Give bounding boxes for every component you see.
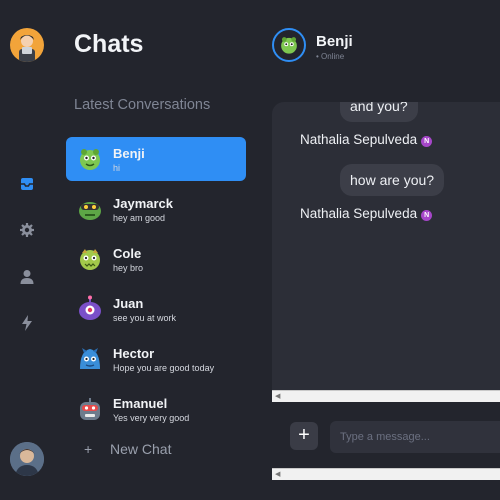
message-sender: Nathalia Sepulveda N	[300, 132, 433, 147]
conversation-item-cole[interactable]: Cole hey bro	[66, 237, 246, 281]
monster-avatar-icon	[281, 37, 297, 54]
conversation-item-jaymarck[interactable]: Jaymarck hey am good	[66, 187, 246, 231]
message-composer: +	[272, 404, 500, 468]
message-input[interactable]	[330, 421, 500, 453]
scroll-left-icon[interactable]: ◀	[275, 470, 280, 478]
contact-name: Benji	[316, 33, 353, 50]
icon-rail	[0, 0, 56, 500]
profile-photo-icon	[10, 442, 44, 476]
profile-avatar[interactable]	[10, 442, 44, 476]
user-icon[interactable]	[18, 268, 36, 286]
message-sender: Nathalia Sepulveda N	[300, 206, 433, 221]
conversation-name: Cole	[113, 246, 142, 261]
horizontal-scrollbar[interactable]: ◀	[272, 390, 500, 402]
horizontal-scrollbar[interactable]: ◀	[272, 468, 500, 480]
conversation-preview: Hope you are good today	[113, 363, 215, 373]
monster-avatar-icon	[76, 145, 104, 173]
monster-avatar-icon	[76, 195, 104, 223]
message-bubble: how are you?	[340, 164, 445, 196]
monster-avatar-icon	[76, 345, 104, 373]
page-title: Chats	[74, 30, 144, 58]
message-bubble: and you?	[340, 102, 418, 122]
sender-badge: N	[421, 136, 433, 147]
conversation-name: Benji	[113, 146, 145, 161]
monster-avatar-icon	[76, 245, 104, 273]
conversation-preview: see you at work	[113, 313, 177, 323]
conversation-preview: Yes very very good	[113, 413, 190, 423]
chats-panel: Chats Latest Conversations Benji hi Jaym…	[56, 0, 270, 500]
contact-status: • Online	[316, 52, 345, 61]
lightning-icon[interactable]	[18, 314, 36, 332]
conversation-item-emanuel[interactable]: Emanuel Yes very very good	[66, 387, 246, 431]
conversation-preview: hey bro	[113, 263, 144, 273]
contact-avatar[interactable]	[272, 28, 306, 62]
conversation-preview: hi	[113, 163, 121, 173]
scroll-left-icon[interactable]: ◀	[275, 392, 280, 400]
chat-header: Benji • Online	[270, 0, 500, 96]
sender-badge: N	[421, 210, 433, 221]
sender-name: Nathalia Sepulveda	[300, 132, 418, 147]
inbox-icon[interactable]	[18, 175, 36, 193]
gear-icon[interactable]	[18, 221, 36, 239]
conversation-item-juan[interactable]: Juan see you at work	[66, 287, 246, 331]
message-list[interactable]: and you? Nathalia Sepulveda N how are you…	[272, 102, 500, 390]
avatar-illustration-icon	[19, 35, 35, 62]
add-attachment-button[interactable]: +	[290, 422, 318, 450]
new-chat-button[interactable]: + New Chat	[84, 441, 171, 457]
conversation-item-hector[interactable]: Hector Hope you are good today	[66, 337, 246, 381]
new-chat-label: New Chat	[110, 441, 172, 457]
conversation-preview: hey am good	[113, 213, 166, 223]
section-subtitle: Latest Conversations	[74, 97, 211, 113]
user-avatar[interactable]	[10, 28, 44, 62]
conversation-name: Jaymarck	[113, 196, 173, 211]
conversation-name: Juan	[113, 296, 144, 311]
conversation-item-benji[interactable]: Benji hi	[66, 137, 246, 181]
plus-icon: +	[84, 441, 93, 457]
conversation-name: Hector	[113, 346, 155, 361]
sender-name: Nathalia Sepulveda	[300, 206, 418, 221]
monster-avatar-icon	[76, 395, 104, 423]
monster-avatar-icon	[76, 295, 104, 323]
conversation-name: Emanuel	[113, 396, 168, 411]
